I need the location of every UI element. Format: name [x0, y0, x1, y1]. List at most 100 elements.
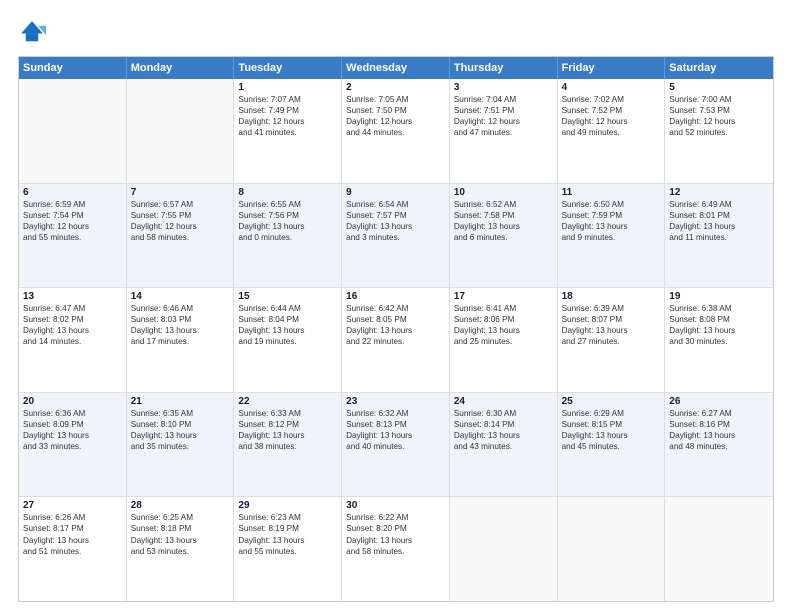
cell-info-line: and 58 minutes.	[346, 546, 445, 557]
cell-info-line: Sunrise: 6:26 AM	[23, 512, 122, 523]
cell-info-line: and 53 minutes.	[131, 546, 230, 557]
cell-info-line: Sunrise: 6:55 AM	[238, 199, 337, 210]
cal-cell-2-7: 12Sunrise: 6:49 AMSunset: 8:01 PMDayligh…	[665, 184, 773, 288]
cell-info-line: and 3 minutes.	[346, 232, 445, 243]
calendar-row-5: 27Sunrise: 6:26 AMSunset: 8:17 PMDayligh…	[19, 496, 773, 601]
day-number: 23	[346, 396, 445, 407]
cell-info-line: and 38 minutes.	[238, 441, 337, 452]
cell-info-line: Sunset: 7:53 PM	[669, 105, 769, 116]
cal-cell-2-2: 7Sunrise: 6:57 AMSunset: 7:55 PMDaylight…	[127, 184, 235, 288]
cell-info-line: Sunrise: 6:32 AM	[346, 408, 445, 419]
cal-cell-1-2	[127, 79, 235, 183]
day-number: 13	[23, 291, 122, 302]
cell-info-line: and 9 minutes.	[562, 232, 661, 243]
cal-cell-4-3: 22Sunrise: 6:33 AMSunset: 8:12 PMDayligh…	[234, 393, 342, 497]
header-day-wednesday: Wednesday	[342, 57, 450, 79]
day-number: 30	[346, 500, 445, 511]
day-number: 24	[454, 396, 553, 407]
calendar-row-1: 1Sunrise: 7:07 AMSunset: 7:49 PMDaylight…	[19, 79, 773, 183]
day-number: 14	[131, 291, 230, 302]
cal-cell-2-6: 11Sunrise: 6:50 AMSunset: 7:59 PMDayligh…	[558, 184, 666, 288]
cell-info-line: and 43 minutes.	[454, 441, 553, 452]
cell-info-line: and 41 minutes.	[238, 127, 337, 138]
cell-info-line: Daylight: 13 hours	[238, 325, 337, 336]
cell-info-line: Sunset: 8:20 PM	[346, 523, 445, 534]
day-number: 19	[669, 291, 769, 302]
cell-info-line: Daylight: 13 hours	[238, 535, 337, 546]
cell-info-line: Sunset: 8:08 PM	[669, 314, 769, 325]
cell-info-line: Daylight: 13 hours	[562, 221, 661, 232]
cell-info-line: and 51 minutes.	[23, 546, 122, 557]
cal-cell-5-6	[558, 497, 666, 601]
cal-cell-4-1: 20Sunrise: 6:36 AMSunset: 8:09 PMDayligh…	[19, 393, 127, 497]
day-number: 10	[454, 187, 553, 198]
page: SundayMondayTuesdayWednesdayThursdayFrid…	[0, 0, 792, 612]
day-number: 12	[669, 187, 769, 198]
cell-info-line: Daylight: 13 hours	[454, 430, 553, 441]
cell-info-line: Daylight: 12 hours	[131, 221, 230, 232]
cal-cell-4-5: 24Sunrise: 6:30 AMSunset: 8:14 PMDayligh…	[450, 393, 558, 497]
cell-info-line: Sunrise: 7:00 AM	[669, 94, 769, 105]
cell-info-line: and 14 minutes.	[23, 336, 122, 347]
cal-cell-5-3: 29Sunrise: 6:23 AMSunset: 8:19 PMDayligh…	[234, 497, 342, 601]
cell-info-line: and 48 minutes.	[669, 441, 769, 452]
cal-cell-5-4: 30Sunrise: 6:22 AMSunset: 8:20 PMDayligh…	[342, 497, 450, 601]
day-number: 21	[131, 396, 230, 407]
day-number: 22	[238, 396, 337, 407]
cell-info-line: Sunrise: 7:07 AM	[238, 94, 337, 105]
cal-cell-3-2: 14Sunrise: 6:46 AMSunset: 8:03 PMDayligh…	[127, 288, 235, 392]
cal-cell-1-7: 5Sunrise: 7:00 AMSunset: 7:53 PMDaylight…	[665, 79, 773, 183]
cell-info-line: Sunset: 7:58 PM	[454, 210, 553, 221]
cell-info-line: Sunset: 8:04 PM	[238, 314, 337, 325]
cell-info-line: Sunset: 8:10 PM	[131, 419, 230, 430]
cell-info-line: Sunrise: 6:50 AM	[562, 199, 661, 210]
cal-cell-5-7	[665, 497, 773, 601]
day-number: 4	[562, 82, 661, 93]
cell-info-line: Sunset: 7:52 PM	[562, 105, 661, 116]
cal-cell-3-1: 13Sunrise: 6:47 AMSunset: 8:02 PMDayligh…	[19, 288, 127, 392]
cal-cell-2-4: 9Sunrise: 6:54 AMSunset: 7:57 PMDaylight…	[342, 184, 450, 288]
calendar-body: 1Sunrise: 7:07 AMSunset: 7:49 PMDaylight…	[19, 79, 773, 601]
cell-info-line: and 27 minutes.	[562, 336, 661, 347]
cell-info-line: Sunrise: 6:23 AM	[238, 512, 337, 523]
day-number: 11	[562, 187, 661, 198]
calendar-row-4: 20Sunrise: 6:36 AMSunset: 8:09 PMDayligh…	[19, 392, 773, 497]
cal-cell-2-1: 6Sunrise: 6:59 AMSunset: 7:54 PMDaylight…	[19, 184, 127, 288]
cal-cell-2-3: 8Sunrise: 6:55 AMSunset: 7:56 PMDaylight…	[234, 184, 342, 288]
cell-info-line: and 52 minutes.	[669, 127, 769, 138]
day-number: 15	[238, 291, 337, 302]
cell-info-line: Sunset: 7:50 PM	[346, 105, 445, 116]
cell-info-line: Sunrise: 6:36 AM	[23, 408, 122, 419]
cal-cell-3-7: 19Sunrise: 6:38 AMSunset: 8:08 PMDayligh…	[665, 288, 773, 392]
cell-info-line: Sunrise: 6:30 AM	[454, 408, 553, 419]
cell-info-line: Daylight: 13 hours	[454, 221, 553, 232]
cell-info-line: Sunrise: 6:39 AM	[562, 303, 661, 314]
cal-cell-3-5: 17Sunrise: 6:41 AMSunset: 8:06 PMDayligh…	[450, 288, 558, 392]
header-day-friday: Friday	[558, 57, 666, 79]
cal-cell-5-2: 28Sunrise: 6:25 AMSunset: 8:18 PMDayligh…	[127, 497, 235, 601]
cell-info-line: Daylight: 13 hours	[23, 535, 122, 546]
cell-info-line: and 33 minutes.	[23, 441, 122, 452]
cell-info-line: Sunset: 8:18 PM	[131, 523, 230, 534]
cal-cell-3-6: 18Sunrise: 6:39 AMSunset: 8:07 PMDayligh…	[558, 288, 666, 392]
cell-info-line: Sunset: 7:59 PM	[562, 210, 661, 221]
cell-info-line: Sunrise: 6:49 AM	[669, 199, 769, 210]
cell-info-line: Sunrise: 6:22 AM	[346, 512, 445, 523]
day-number: 7	[131, 187, 230, 198]
cal-cell-3-4: 16Sunrise: 6:42 AMSunset: 8:05 PMDayligh…	[342, 288, 450, 392]
cell-info-line: Sunset: 8:17 PM	[23, 523, 122, 534]
cell-info-line: Daylight: 13 hours	[669, 325, 769, 336]
cell-info-line: Daylight: 12 hours	[454, 116, 553, 127]
cal-cell-1-3: 1Sunrise: 7:07 AMSunset: 7:49 PMDaylight…	[234, 79, 342, 183]
cell-info-line: Sunset: 7:54 PM	[23, 210, 122, 221]
cell-info-line: Daylight: 13 hours	[131, 430, 230, 441]
cell-info-line: Sunrise: 7:04 AM	[454, 94, 553, 105]
cell-info-line: Daylight: 12 hours	[238, 116, 337, 127]
cal-cell-1-6: 4Sunrise: 7:02 AMSunset: 7:52 PMDaylight…	[558, 79, 666, 183]
header-day-saturday: Saturday	[665, 57, 773, 79]
cell-info-line: and 55 minutes.	[23, 232, 122, 243]
cell-info-line: Daylight: 13 hours	[238, 221, 337, 232]
cell-info-line: and 47 minutes.	[454, 127, 553, 138]
cell-info-line: and 55 minutes.	[238, 546, 337, 557]
cell-info-line: Daylight: 12 hours	[669, 116, 769, 127]
